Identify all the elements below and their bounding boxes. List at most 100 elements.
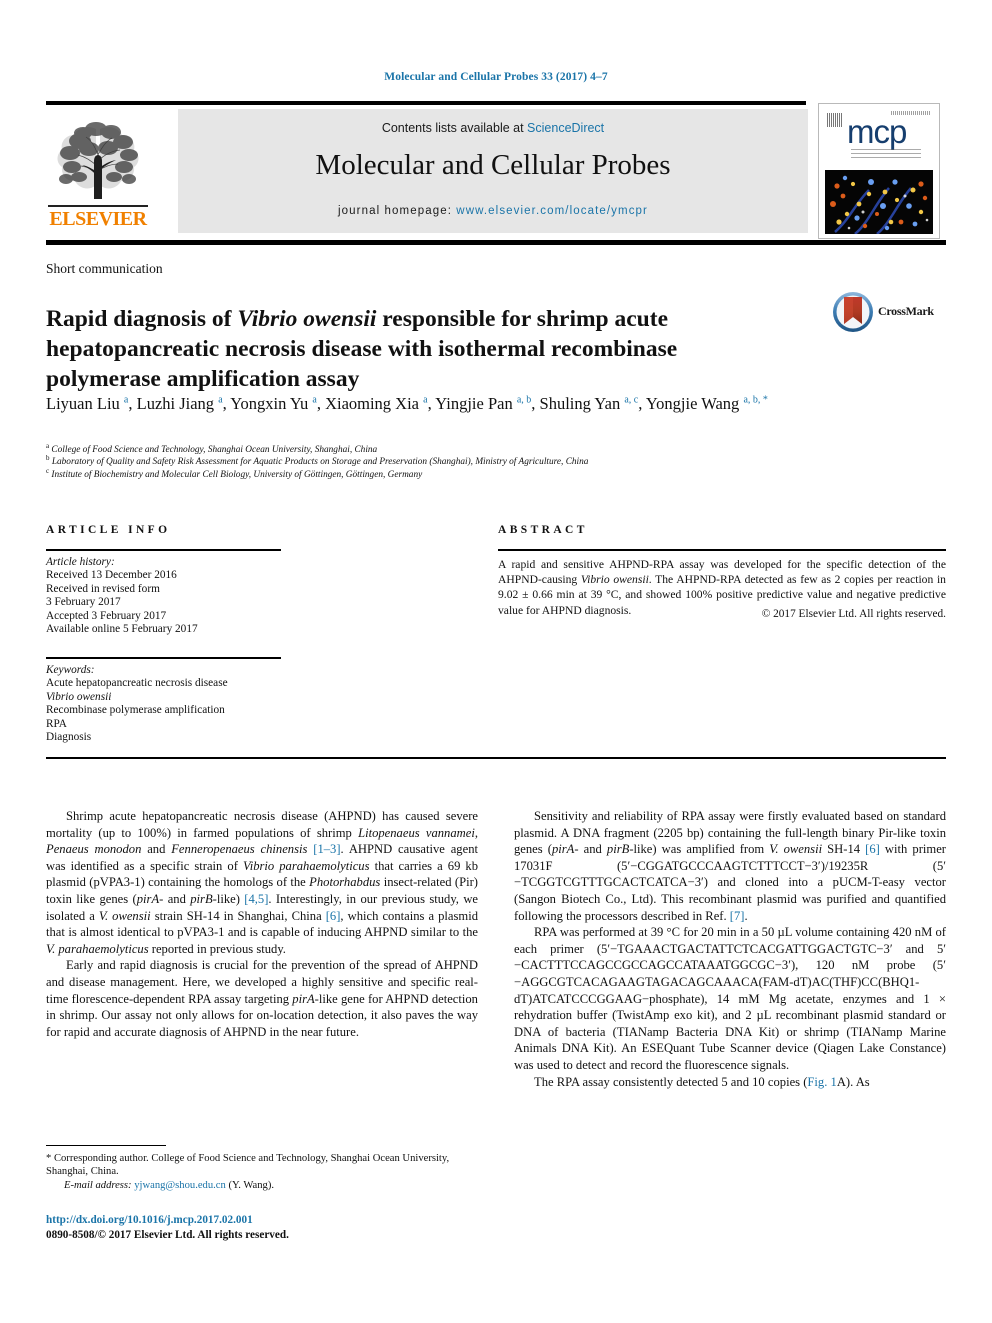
- author-affiliation-mark[interactable]: a, c: [624, 395, 638, 406]
- footnote-rule: [46, 1145, 166, 1147]
- author-affiliation-mark[interactable]: a: [124, 395, 128, 406]
- citation-link[interactable]: Fig. 1: [807, 1075, 836, 1089]
- author-name[interactable]: Yingjie Pan: [435, 394, 517, 413]
- sciencedirect-link[interactable]: ScienceDirect: [527, 121, 604, 135]
- citation-link[interactable]: [6]: [326, 909, 341, 923]
- citation-link[interactable]: [1–3]: [313, 842, 340, 856]
- article-info-heading: ARTICLE INFO: [46, 524, 171, 536]
- italic-term: Photorhabdus: [309, 875, 381, 890]
- abstract-segment-1: Vibrio owensii: [580, 573, 649, 587]
- body-text: A). As: [836, 1074, 870, 1089]
- author-list: Liyuan Liu a, Luzhi Jiang a, Yongxin Yu …: [46, 394, 768, 413]
- body-column-left: Shrimp acute hepatopancreatic necrosis d…: [46, 808, 478, 1040]
- copyright-line: © 2017 Elsevier Ltd. All rights reserved…: [761, 608, 946, 620]
- cover-barcode-icon: [827, 113, 843, 127]
- email-link[interactable]: yjwang@shou.edu.cn: [134, 1180, 226, 1191]
- author-affiliation-mark[interactable]: a, b: [517, 395, 531, 406]
- issn-copyright-line: 0890-8508/© 2017 Elsevier Ltd. All right…: [46, 1229, 289, 1241]
- italic-term: pirB: [606, 842, 630, 857]
- italic-term: V. owensii: [98, 908, 151, 923]
- article-history: Article history: Received 13 December 201…: [46, 556, 296, 636]
- citation-link[interactable]: [4,5]: [244, 892, 268, 906]
- affiliation-mark: a: [46, 441, 50, 450]
- body-text: and: [141, 842, 172, 857]
- article-history-line: 3 February 2017: [46, 596, 121, 609]
- article-history-line: Accepted 3 February 2017: [46, 609, 167, 622]
- dna-artwork-icon: [825, 170, 933, 234]
- italic-term: Fenneropenaeus chinensis: [171, 842, 308, 857]
- affiliation-list: a College of Food Science and Technology…: [46, 441, 946, 481]
- italic-term: Vibrio parahaemolyticus: [242, 858, 370, 873]
- author-name[interactable]: Yongjie Wang: [646, 394, 744, 413]
- crossmark-icon[interactable]: [832, 291, 874, 333]
- body-paragraph: The RPA assay consistently detected 5 an…: [514, 1074, 946, 1091]
- page-title: Rapid diagnosis of Vibrio owensii respon…: [46, 304, 736, 394]
- affiliation-mark: b: [46, 454, 50, 463]
- author-affiliation-mark[interactable]: a: [218, 395, 222, 406]
- email-owner: (Y. Wang).: [228, 1179, 274, 1191]
- author-name[interactable]: Yongxin Yu: [230, 394, 312, 413]
- journal-article-page: Molecular and Cellular Probes 33 (2017) …: [0, 0, 992, 1323]
- author-affiliation-mark[interactable]: a: [423, 395, 427, 406]
- cover-mcp-wordmark: mcp: [847, 113, 907, 150]
- body-paragraph: Sensitivity and reliability of RPA assay…: [514, 808, 946, 924]
- article-history-line: Received 13 December 2016: [46, 569, 177, 582]
- corresponding-author-text: * Corresponding author. College of Food …: [46, 1153, 450, 1178]
- author-affiliation-mark[interactable]: a: [312, 395, 316, 406]
- abstract-rule: [498, 549, 946, 551]
- body-text: -like) was amplified from: [629, 842, 770, 857]
- body-text: reported in previous study.: [148, 941, 286, 956]
- italic-term: V. parahaemolyticus: [46, 941, 149, 956]
- body-text: - and: [574, 842, 607, 857]
- title-segment-1: Vibrio owensii: [237, 305, 377, 332]
- cover-top-panel: mcp: [825, 109, 933, 167]
- email-line: E-mail address: yjwang@shou.edu.cn (Y. W…: [46, 1179, 478, 1192]
- author-name[interactable]: Shuling Yan: [540, 394, 625, 413]
- citation-link[interactable]: [7]: [730, 909, 745, 923]
- body-divider-rule: [46, 757, 946, 759]
- body-text: .: [744, 908, 748, 923]
- section-divider-rule: [46, 240, 946, 245]
- body-text: strain SH-14 in Shanghai, China: [150, 908, 326, 923]
- body-text: ,: [474, 825, 478, 840]
- article-history-label: Article history:: [46, 556, 115, 568]
- elsevier-wordmark: ELSEVIER: [49, 208, 147, 230]
- body-text: - and: [159, 891, 191, 906]
- body-text: The RPA assay consistently detected 5 an…: [534, 1074, 808, 1089]
- body-column-right: Sensitivity and reliability of RPA assay…: [514, 808, 946, 1090]
- elsevier-tree-icon: [57, 122, 139, 199]
- italic-term: pirA: [136, 891, 160, 906]
- elsevier-logo: ELSEVIER: [46, 109, 150, 233]
- body-text: RPA was performed at 39 °C for 20 min in…: [514, 925, 946, 1072]
- author-name[interactable]: Liyuan Liu: [46, 394, 124, 413]
- cover-subtitle-text: [851, 149, 921, 161]
- italic-term: pirA: [292, 991, 315, 1006]
- doi-link[interactable]: http://dx.doi.org/10.1016/j.mcp.2017.02.…: [46, 1213, 478, 1228]
- article-history-line: Received in revised form: [46, 582, 160, 595]
- italic-term: pirB: [190, 891, 213, 906]
- keyword-list: Keywords: Acute hepatopancreatic necrosis…: [46, 664, 296, 744]
- homepage-url-link[interactable]: www.elsevier.com/locate/ymcpr: [456, 205, 648, 217]
- keyword-item: Recombinase polymerase amplification: [46, 704, 225, 717]
- keyword-item: Acute hepatopancreatic necrosis disease: [46, 677, 228, 690]
- crossmark-badge-group[interactable]: CrossMark: [832, 291, 944, 335]
- homepage-prefix: journal homepage:: [338, 205, 457, 217]
- journal-masthead: ELSEVIER Contents lists available at Sci…: [46, 101, 946, 239]
- italic-term: Penaeus monodon: [46, 842, 142, 857]
- body-paragraph: Shrimp acute hepatopancreatic necrosis d…: [46, 808, 478, 957]
- sciencedirect-banner: Contents lists available at ScienceDirec…: [178, 109, 808, 233]
- affiliation-mark: c: [46, 466, 50, 475]
- citation-link[interactable]: [6]: [865, 842, 880, 856]
- affiliation-entry: a College of Food Science and Technology…: [46, 441, 378, 455]
- affiliation-entry: b Laboratory of Quality and Safety Risk …: [46, 454, 589, 468]
- keyword-item: RPA: [46, 717, 67, 730]
- cover-artwork: [825, 170, 933, 234]
- author-name[interactable]: Xiaoming Xia: [325, 394, 423, 413]
- author-name[interactable]: Luzhi Jiang: [137, 394, 219, 413]
- author-affiliation-mark[interactable]: a, b, *: [743, 395, 767, 406]
- journal-homepage-line: journal homepage: www.elsevier.com/locat…: [178, 205, 808, 217]
- article-info-rule: [46, 549, 281, 551]
- italic-term: Litopenaeus vannamei: [358, 825, 475, 840]
- keyword-item: Vibrio owensii: [46, 690, 112, 703]
- italic-term: pirA: [551, 842, 575, 857]
